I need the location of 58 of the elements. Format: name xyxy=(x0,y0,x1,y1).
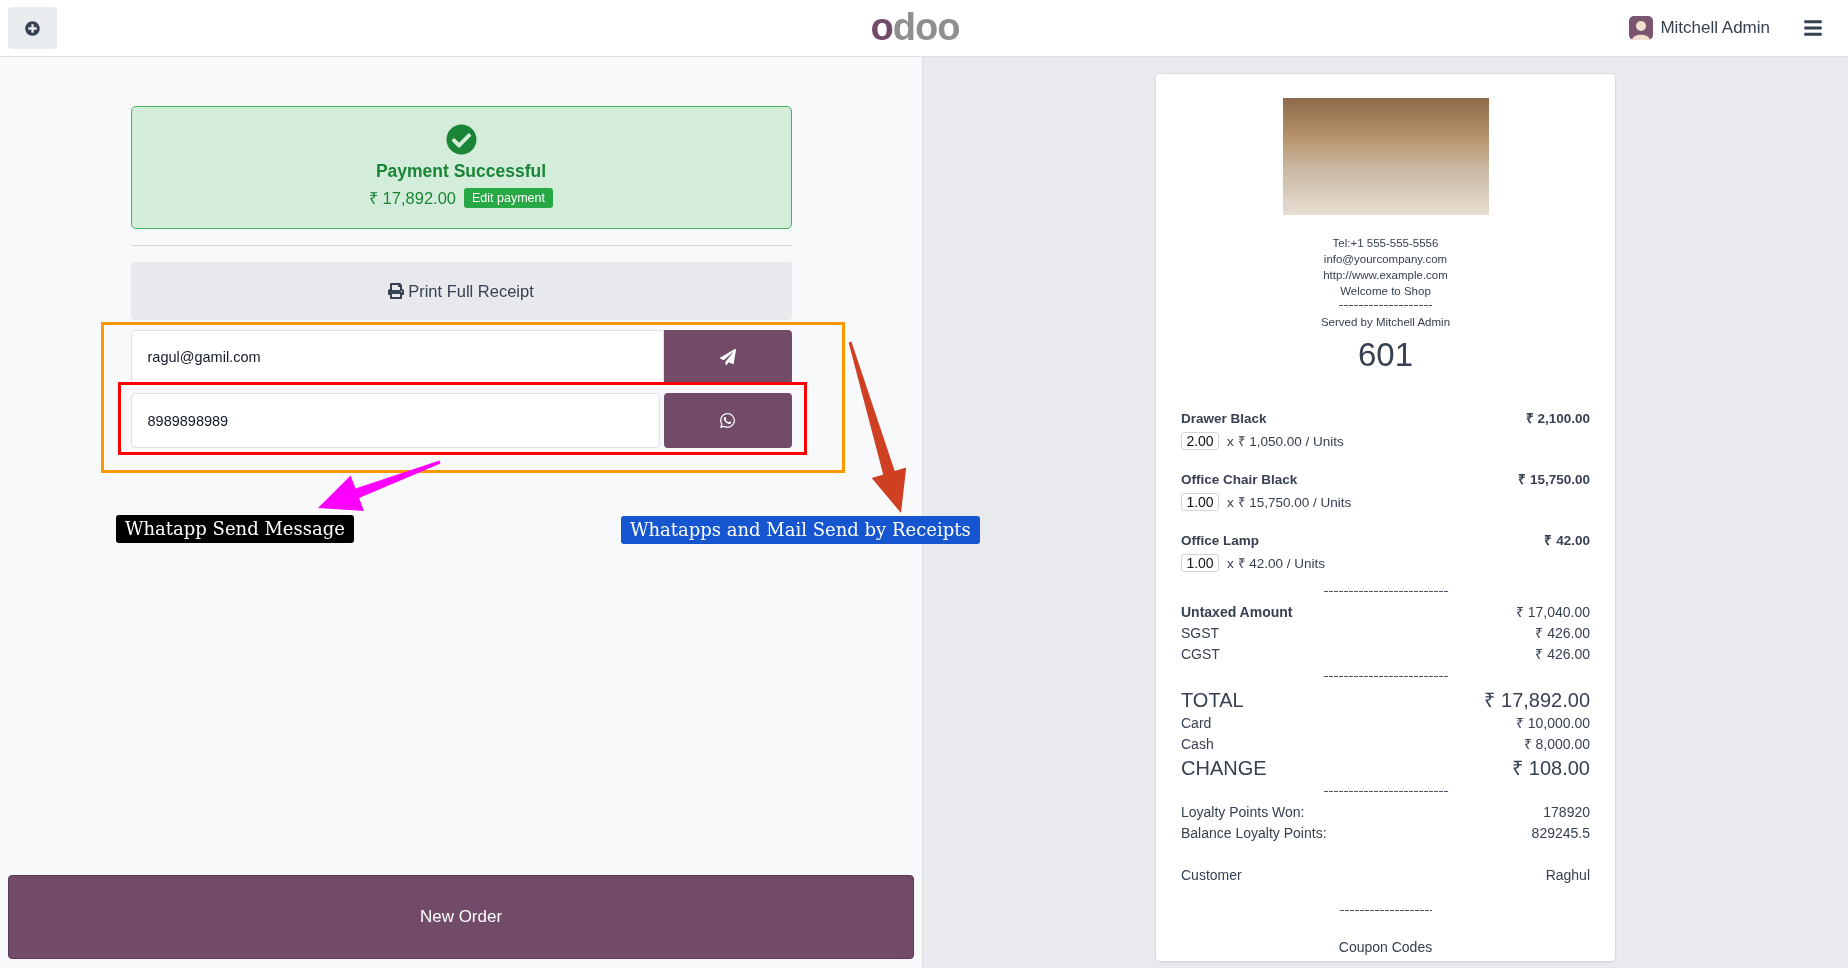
line-total: ₹ 42.00 xyxy=(1544,532,1590,550)
summary-value: ₹ 17,040.00 xyxy=(1515,603,1590,622)
summary-value: ₹ 426.00 xyxy=(1535,624,1590,643)
summary-label: CGST xyxy=(1181,645,1220,664)
brand-logo: odoo xyxy=(870,7,960,49)
new-order-button[interactable]: New Order xyxy=(8,875,914,959)
product-name: Office Lamp xyxy=(1181,532,1259,550)
contact-line: Welcome to Shop xyxy=(1340,284,1431,299)
loyalty-label: Loyalty Points Won: xyxy=(1181,803,1305,822)
payment-title: Payment Successful xyxy=(375,160,547,182)
contact-line: Tel:+1 555-555-5556 xyxy=(1332,236,1439,251)
plus-icon xyxy=(25,20,40,36)
summary-label: TOTAL xyxy=(1181,688,1244,713)
quantity-tag: 1.00 xyxy=(1181,493,1219,511)
annotation-label: Whatapp Send Message xyxy=(116,515,354,543)
product-name: Drawer Black xyxy=(1181,410,1267,428)
summary-value: ₹ 17,892.00 xyxy=(1484,688,1590,713)
annotation-label: Whatapps and Mail Send by Receipts xyxy=(621,516,980,544)
summary-value: ₹ 10,000.00 xyxy=(1515,714,1590,733)
unit-price: x ₹ 15,750.00 / Units xyxy=(1227,494,1352,511)
printer-icon xyxy=(388,283,405,299)
user-name[interactable]: Mitchell Admin xyxy=(1660,18,1770,38)
coupon-heading: Coupon Codes xyxy=(1337,938,1434,957)
email-field[interactable]: ragul@gamil.com xyxy=(130,330,664,384)
send-message-button[interactable] xyxy=(663,393,792,448)
loyalty-label: Balance Loyalty Points: xyxy=(1181,824,1327,843)
quantity-tag: 2.00 xyxy=(1181,432,1219,450)
order-number: 601 xyxy=(1356,337,1415,373)
summary-value: ₹ 108.00 xyxy=(1512,756,1590,781)
summary-label: Cash xyxy=(1181,735,1214,754)
print-receipt-button[interactable]: Print Full Receipt xyxy=(130,262,792,320)
summary-label: CHANGE xyxy=(1181,756,1267,781)
summary-label: SGST xyxy=(1181,624,1220,643)
contact-line: http://www.example.com xyxy=(1323,268,1448,283)
add-button[interactable] xyxy=(8,7,57,49)
line-total: ₹ 15,750.00 xyxy=(1518,471,1590,489)
avatar-icon[interactable] xyxy=(1629,16,1654,40)
unit-price: x ₹ 1,050.00 / Units xyxy=(1227,433,1344,450)
product-name: Office Chair Black xyxy=(1181,471,1298,489)
summary-label: Untaxed Amount xyxy=(1181,603,1293,622)
customer-name: Raghul xyxy=(1545,866,1590,885)
served-by: Served by Mitchell Admin xyxy=(1319,315,1452,330)
unit-price: x ₹ 42.00 / Units xyxy=(1227,555,1326,572)
menu-icon[interactable] xyxy=(1804,18,1822,38)
summary-value: ₹ 8,000.00 xyxy=(1523,735,1590,754)
line-total: ₹ 2,100.00 xyxy=(1525,410,1590,428)
quantity-tag: 1.00 xyxy=(1181,554,1219,572)
phone-field[interactable]: 8989898989 xyxy=(130,393,660,448)
payment-amount: ₹ 17,892.00 xyxy=(369,188,456,209)
loyalty-value: 829245.5 xyxy=(1531,824,1590,843)
paper-plane-icon xyxy=(719,349,736,365)
summary-value: ₹ 426.00 xyxy=(1535,645,1590,664)
loyalty-value: 178920 xyxy=(1543,803,1590,822)
customer-label: Customer xyxy=(1181,866,1242,885)
summary-label: Card xyxy=(1181,714,1212,733)
phone-chat-icon xyxy=(720,412,735,429)
send-email-button[interactable] xyxy=(663,330,792,384)
contact-line: info@yourcompany.com xyxy=(1323,252,1448,267)
